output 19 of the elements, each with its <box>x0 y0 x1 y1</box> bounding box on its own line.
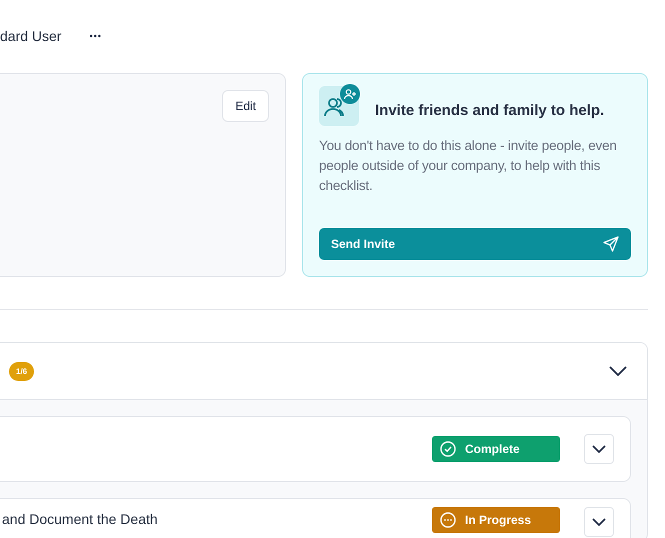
status-badge: Complete <box>432 436 560 462</box>
progress-badge: 1/6 <box>9 362 34 380</box>
chevron-down-icon <box>592 445 606 453</box>
check-circle-icon <box>440 441 456 457</box>
chevron-down-icon <box>592 518 606 526</box>
edit-button[interactable]: Edit <box>222 90 269 122</box>
invite-title: Invite friends and family to help. <box>375 102 604 118</box>
collapse-chevron-icon[interactable] <box>609 366 627 376</box>
send-icon <box>603 236 619 252</box>
more-menu-button[interactable]: ••• <box>89 31 102 41</box>
user-role-label: dard User <box>0 28 62 44</box>
invite-description: You don't have to do this alone - invite people, even people outside of your company, to help with this checklist. <box>319 137 618 195</box>
status-badge: In Progress <box>432 507 560 533</box>
expand-button[interactable] <box>584 507 614 537</box>
invite-people-icon <box>319 84 361 126</box>
send-invite-button[interactable]: Send Invite <box>319 228 631 260</box>
task-title: and Document the Death <box>2 511 158 527</box>
expand-button[interactable] <box>584 434 614 464</box>
ellipsis-circle-icon <box>440 512 456 528</box>
